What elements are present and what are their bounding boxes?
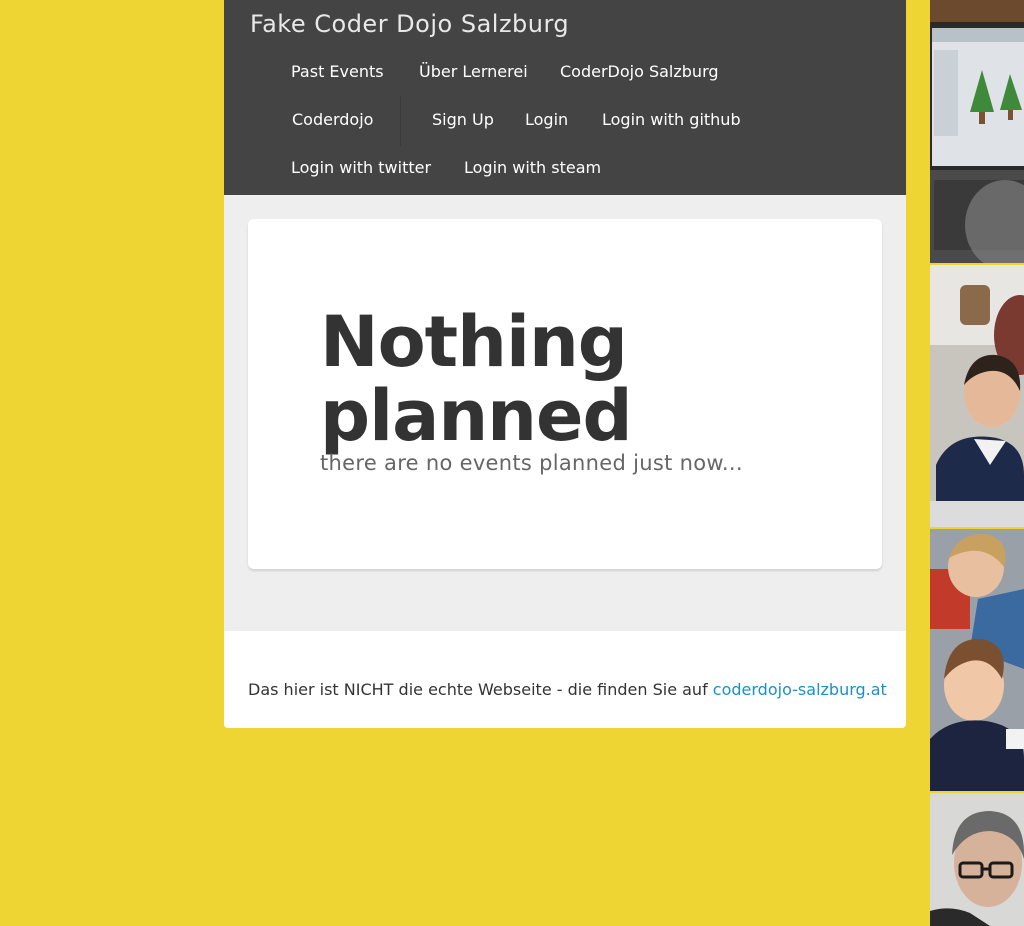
- page-title: Nothing planned: [320, 301, 633, 457]
- content-area: Nothing planned there are no events plan…: [224, 195, 906, 631]
- mentor-photo: [930, 793, 1024, 926]
- student-photo-2: [930, 529, 1024, 791]
- site-header: Fake Coder Dojo Salzburg Past Events Übe…: [224, 0, 906, 195]
- nav-item-login[interactable]: Login: [525, 110, 568, 129]
- nav-item-login-github[interactable]: Login with github: [602, 110, 741, 129]
- nav-item-coderdojo[interactable]: Coderdojo: [292, 110, 373, 129]
- events-card: Nothing planned there are no events plan…: [248, 219, 882, 569]
- footer-text: Das hier ist NICHT die echte Webseite - …: [248, 680, 708, 699]
- nav-divider: [400, 96, 401, 146]
- laptop-photo: [930, 0, 1024, 263]
- nav-item-coderdojo-salzburg[interactable]: CoderDojo Salzburg: [560, 62, 719, 81]
- student-photo-1: [930, 265, 1024, 527]
- photo-strip: [930, 0, 1024, 926]
- main-container: Fake Coder Dojo Salzburg Past Events Übe…: [224, 0, 906, 728]
- nav-item-past-events[interactable]: Past Events: [291, 62, 384, 81]
- nav-item-sign-up[interactable]: Sign Up: [432, 110, 494, 129]
- page-subtitle: there are no events planned just now...: [320, 451, 743, 475]
- nav-item-login-steam[interactable]: Login with steam: [464, 158, 601, 177]
- footer-note: Das hier ist NICHT die echte Webseite - …: [248, 680, 887, 699]
- site-title-link[interactable]: Fake Coder Dojo Salzburg: [250, 10, 569, 38]
- footer-link[interactable]: coderdojo-salzburg.at: [713, 680, 887, 699]
- site-footer: Das hier ist NICHT die echte Webseite - …: [224, 631, 906, 728]
- nav-item-ueber-lernerei[interactable]: Über Lernerei: [419, 62, 528, 81]
- nav-item-login-twitter[interactable]: Login with twitter: [291, 158, 431, 177]
